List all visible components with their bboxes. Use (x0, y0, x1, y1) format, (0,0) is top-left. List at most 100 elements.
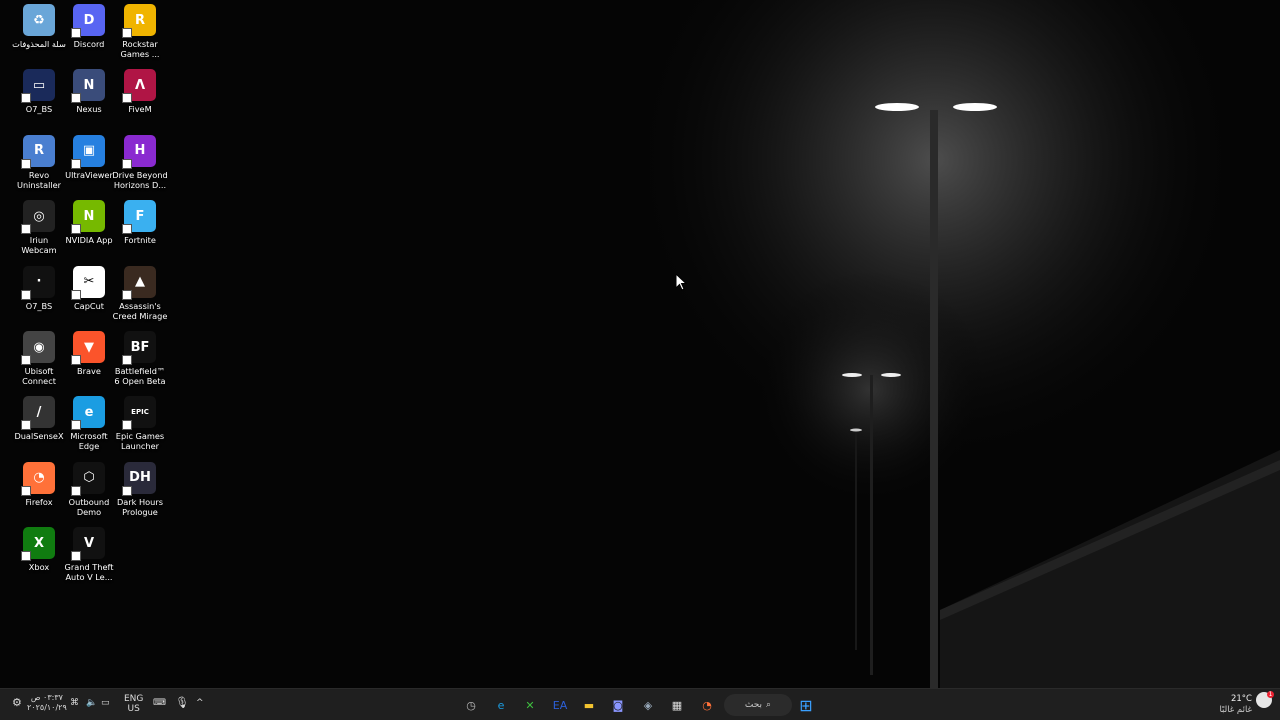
ubisoft-icon: ◉ (21, 331, 55, 365)
desktop-icon-label: NVIDIA App (65, 235, 113, 246)
desktop-icon[interactable]: ◔ Firefox (13, 461, 65, 524)
desktop-icon[interactable]: ▲ Assassin's Creed Mirage (112, 265, 168, 328)
network-icon[interactable]: ⌘ (70, 698, 79, 708)
desktop-icon-label: Firefox (25, 496, 53, 507)
ea-taskbar-icon[interactable]: EA (550, 695, 570, 715)
desktop-icon-label: Assassin's Creed Mirage (112, 300, 168, 321)
desktop-icon-label: Drive Beyond Horizons D... (112, 169, 168, 190)
clock-time: ٠٣:٣٧ ص (30, 693, 63, 702)
language-indicator[interactable]: ENG US (124, 694, 143, 714)
desktop-icon[interactable]: ▭ O7_BS (13, 69, 65, 131)
desktop-icon-label: Battlefield™ 6 Open Beta (114, 366, 166, 386)
dualsensex-icon: / (21, 396, 55, 431)
desktop-icon-label: Microsoft Edge (70, 431, 108, 452)
desktop-icon[interactable]: F Fortnite (114, 200, 166, 262)
steam-taskbar-icon[interactable]: ◈ (638, 695, 658, 715)
desktop-icon[interactable]: ✂ CapCut (63, 265, 115, 328)
o7bs-file-icon: · (21, 265, 55, 300)
ultraviewer-icon: ▣ (71, 134, 105, 169)
iriun-icon: ◎ (21, 200, 55, 235)
keyboard-icon[interactable]: ⌨ (153, 698, 166, 708)
desktop-icon-label: Nexus (76, 104, 102, 115)
battlefield-icon: BF (122, 331, 156, 365)
epic-icon: EPIC (122, 396, 156, 431)
desktop-icon-label: Ubisoft Connect (22, 366, 56, 386)
clock[interactable]: ٠٣:٣٧ ص ٢٠٢٥/١٠/٢٩ (27, 693, 67, 713)
fivem-icon: Λ (122, 69, 156, 104)
desktop-icon[interactable]: ▼ Brave (63, 331, 115, 393)
desktop-icon[interactable]: / DualSenseX (13, 396, 65, 458)
capcut-icon: ✂ (71, 265, 105, 300)
desktop-icon[interactable]: D Discord (63, 4, 115, 66)
edge-taskbar-icon[interactable]: e (491, 695, 511, 715)
file-explorer-taskbar-icon[interactable]: ▬ (579, 695, 599, 715)
desktop-icon-label: DualSenseX (14, 431, 64, 442)
recycle-bin-icon: ♻ (23, 4, 55, 36)
lang-bottom: US (127, 704, 140, 714)
desktop-icon[interactable]: V Grand Theft Auto V Le... (63, 527, 115, 589)
display-icon[interactable]: ▭ (101, 698, 110, 708)
search-box[interactable]: بحث ⌕ (724, 694, 792, 716)
revo-icon: R (21, 134, 55, 169)
clock-date: ٢٠٢٥/١٠/٢٩ (27, 703, 67, 712)
desktop-icon-label: Revo Uninstaller (16, 169, 62, 190)
desktop-icon-label: سلة المحذوفات (12, 39, 66, 49)
volume-icon[interactable]: 🔈 (86, 698, 97, 708)
nvidia-icon: N (71, 200, 105, 235)
desktop-icon-label: Outbound Demo (68, 496, 110, 517)
firefox-icon: ◔ (21, 461, 55, 496)
edge-icon: e (71, 396, 105, 431)
desktop-icon[interactable]: N Nexus (63, 69, 115, 131)
desktop-icon-label: Fortnite (124, 235, 156, 246)
desktop-icon[interactable]: ◉ Ubisoft Connect (13, 331, 65, 393)
xbox-taskbar-icon[interactable]: ✕ (520, 695, 540, 715)
desktop-icon[interactable]: ◎ Iriun Webcam (13, 200, 65, 262)
desktop-icon-label: UltraViewer (65, 169, 113, 180)
drive-beyond-icon: H (122, 134, 156, 169)
weather-widget[interactable]: 1 21°C غائم غالبًا (1216, 691, 1276, 719)
ac-mirage-icon: ▲ (122, 265, 156, 300)
desktop-icon[interactable]: N NVIDIA App (63, 200, 115, 262)
desktop-icon[interactable]: H Drive Beyond Horizons D... (112, 134, 168, 197)
search-icon: ⌕ (766, 700, 772, 710)
firefox-taskbar-icon[interactable]: ◔ (697, 695, 717, 715)
start-button[interactable]: ⊞ (796, 695, 816, 715)
app-taskbar-icon[interactable]: ◷ (461, 695, 481, 715)
settings-icon[interactable]: ⚙ (12, 696, 22, 709)
rockstar-icon: R (122, 4, 156, 38)
desktop-icon[interactable]: · O7_BS (13, 265, 65, 328)
desktop-icon-label: Discord (73, 39, 105, 49)
gta-icon: V (71, 527, 105, 562)
desktop-icon[interactable]: ⬡ Outbound Demo (63, 461, 115, 524)
desktop-icon[interactable]: BF Battlefield™ 6 Open Beta (114, 331, 166, 393)
o7bs-icon: ▭ (21, 69, 55, 104)
desktop-icon-label: CapCut (73, 300, 105, 311)
fortnite-icon: F (122, 200, 156, 235)
desktop-icon-label: Iriun Webcam (21, 235, 57, 256)
desktop-icon[interactable]: Λ FiveM (114, 69, 166, 131)
brave-icon: ▼ (71, 331, 105, 365)
search-label: بحث (744, 700, 763, 710)
desktop-icon[interactable]: DH Dark Hours Prologue (114, 461, 166, 524)
desktop-icon-label: FiveM (128, 104, 152, 115)
desktop-icon[interactable]: X Xbox (13, 527, 65, 589)
ms-store-taskbar-icon[interactable]: ▦ (667, 695, 687, 715)
taskbar: 1 21°C غائم غالبًا بحث ⌕ ⊞ ◔ ▦ ◈ ◙ ▬ EA ✕ e ◷ ^ 🎙… (0, 688, 1280, 720)
desktop-icon-label: Grand Theft Auto V Le... (64, 562, 114, 583)
weather-temp: 21°C (1230, 694, 1252, 704)
desktop-icon[interactable]: e Microsoft Edge (63, 396, 115, 458)
desktop-icon[interactable]: R Rockstar Games ... (114, 4, 166, 66)
lang-top: ENG (124, 694, 144, 704)
microphone-icon[interactable]: 🎙 (175, 696, 189, 709)
discord-icon: D (71, 4, 105, 38)
desktop-icon[interactable]: ♻ سلة المحذوفات (12, 4, 66, 66)
desktop-icon[interactable]: ▣ UltraViewer (63, 134, 115, 197)
desktop-icon-label: Epic Games Launcher (115, 431, 165, 452)
desktop-icon-label: Brave (77, 366, 101, 376)
desktop-icon[interactable]: EPIC Epic Games Launcher (114, 396, 166, 458)
desktop-icon-label: Xbox (28, 562, 50, 573)
chevron-up-icon[interactable]: ^ (196, 698, 204, 708)
discord-taskbar-icon[interactable]: ◙ (608, 695, 628, 715)
nexus-icon: N (71, 69, 105, 104)
desktop-icon[interactable]: R Revo Uninstaller (13, 134, 65, 197)
